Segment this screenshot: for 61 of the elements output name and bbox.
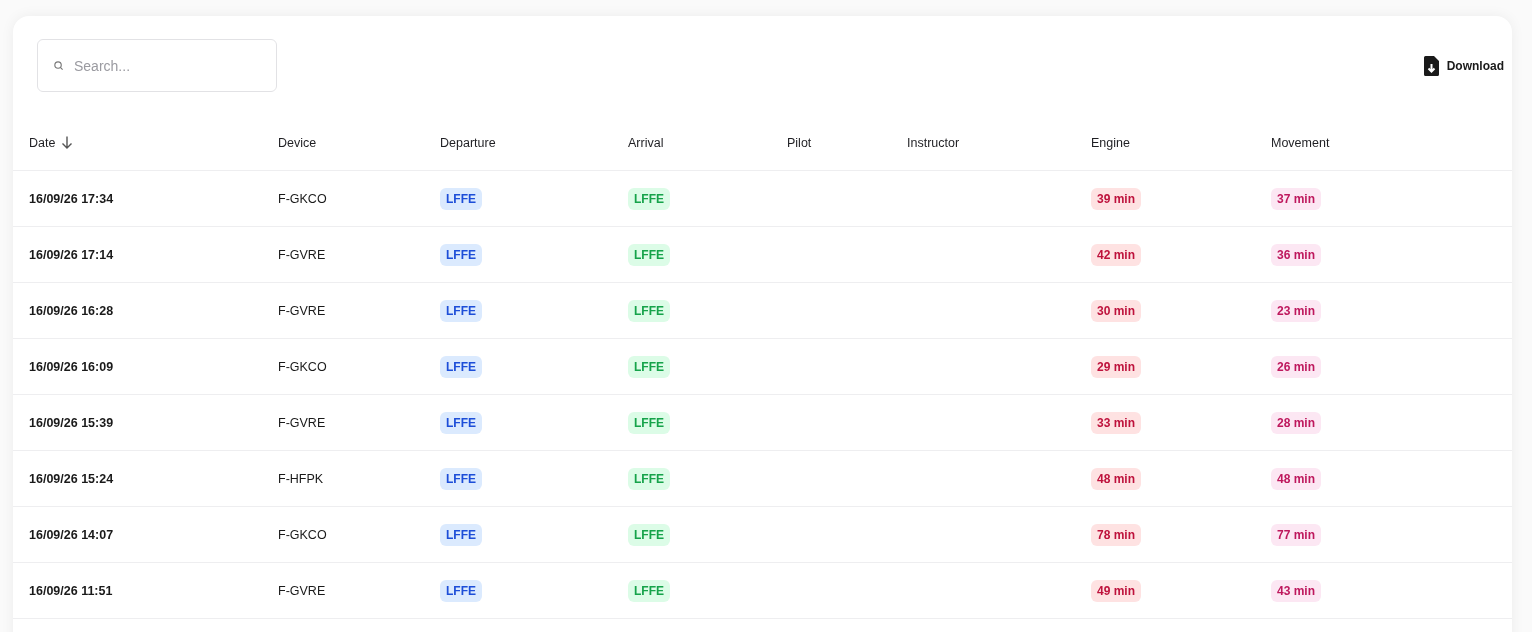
movement-time-tag: 28 min bbox=[1271, 411, 1321, 434]
device-cell-text: F-GVRE bbox=[278, 247, 327, 262]
movement-time-tag: 36 min bbox=[1271, 243, 1321, 266]
movement-time-tag: 48 min bbox=[1271, 467, 1321, 490]
date-cell-text: 16/09/26 15:24 bbox=[29, 471, 115, 486]
column-header[interactable]: Engine bbox=[1091, 135, 1130, 150]
column-header[interactable]: Departure bbox=[440, 135, 496, 150]
device-cell-text: F-HFPK bbox=[278, 471, 325, 486]
arrival-tag: LFFE bbox=[628, 579, 670, 602]
engine-time-tag: 30 min bbox=[1091, 299, 1141, 322]
device-cell-text: F-GVRE bbox=[278, 583, 327, 598]
date-cell-text: 16/09/26 15:39 bbox=[29, 415, 115, 430]
download-button[interactable]: Download bbox=[1423, 55, 1504, 76]
arrival-tag: LFFE bbox=[628, 467, 670, 490]
device-cell-text: F-GVRE bbox=[278, 415, 327, 430]
date-cell-text: 16/09/26 16:28 bbox=[29, 303, 115, 318]
device-cell-text: F-GKCO bbox=[278, 527, 328, 542]
column-header[interactable]: Arrival bbox=[628, 135, 664, 150]
arrival-tag: LFFE bbox=[628, 299, 670, 322]
movement-time-tag: 26 min bbox=[1271, 355, 1321, 378]
column-header[interactable]: Device bbox=[278, 135, 317, 150]
movement-time-tag: 43 min bbox=[1271, 579, 1321, 602]
arrival-tag: LFFE bbox=[628, 187, 670, 210]
movement-time-tag: 37 min bbox=[1271, 187, 1321, 210]
date-cell-text: 16/09/26 11:51 bbox=[29, 583, 114, 598]
departure-tag: LFFE bbox=[440, 523, 482, 546]
column-header[interactable]: Movement bbox=[1271, 135, 1330, 150]
arrival-tag: LFFE bbox=[628, 355, 670, 378]
movement-time-tag: 77 min bbox=[1271, 523, 1321, 546]
date-cell-text: 16/09/26 17:14 bbox=[29, 247, 115, 262]
engine-time-tag: 29 min bbox=[1091, 355, 1141, 378]
departure-tag: LFFE bbox=[440, 299, 482, 322]
engine-time-tag: 78 min bbox=[1091, 523, 1141, 546]
departure-tag: LFFE bbox=[440, 187, 482, 210]
engine-time-tag: 48 min bbox=[1091, 467, 1141, 490]
engine-time-tag: 39 min bbox=[1091, 187, 1141, 210]
engine-time-tag: 49 min bbox=[1091, 579, 1141, 602]
column-header[interactable]: Instructor bbox=[907, 135, 960, 150]
arrival-tag: LFFE bbox=[628, 243, 670, 266]
file-download-icon bbox=[1423, 55, 1439, 76]
device-cell-text: F-GKCO bbox=[278, 191, 328, 206]
arrival-tag: LFFE bbox=[628, 523, 670, 546]
movement-time-tag: 23 min bbox=[1271, 299, 1321, 322]
device-cell-text: F-GVRE bbox=[278, 303, 327, 318]
column-header[interactable]: Date bbox=[29, 135, 56, 150]
departure-tag: LFFE bbox=[440, 355, 482, 378]
engine-time-tag: 42 min bbox=[1091, 243, 1141, 266]
column-header[interactable]: Pilot bbox=[787, 135, 812, 150]
engine-time-tag: 33 min bbox=[1091, 411, 1141, 434]
device-cell-text: F-GKCO bbox=[278, 359, 328, 374]
departure-tag: LFFE bbox=[440, 579, 482, 602]
sort-down-icon[interactable] bbox=[61, 136, 74, 149]
arrival-tag: LFFE bbox=[628, 411, 670, 434]
search-field[interactable]: Search... bbox=[37, 39, 277, 92]
search-icon bbox=[53, 60, 64, 71]
departure-tag: LFFE bbox=[440, 243, 482, 266]
departure-tag: LFFE bbox=[440, 467, 482, 490]
date-cell-text: 16/09/26 14:07 bbox=[29, 527, 115, 542]
date-cell-text: 16/09/26 17:34 bbox=[29, 191, 115, 206]
date-cell-text: 16/09/26 16:09 bbox=[29, 359, 115, 374]
departure-tag: LFFE bbox=[440, 411, 482, 434]
